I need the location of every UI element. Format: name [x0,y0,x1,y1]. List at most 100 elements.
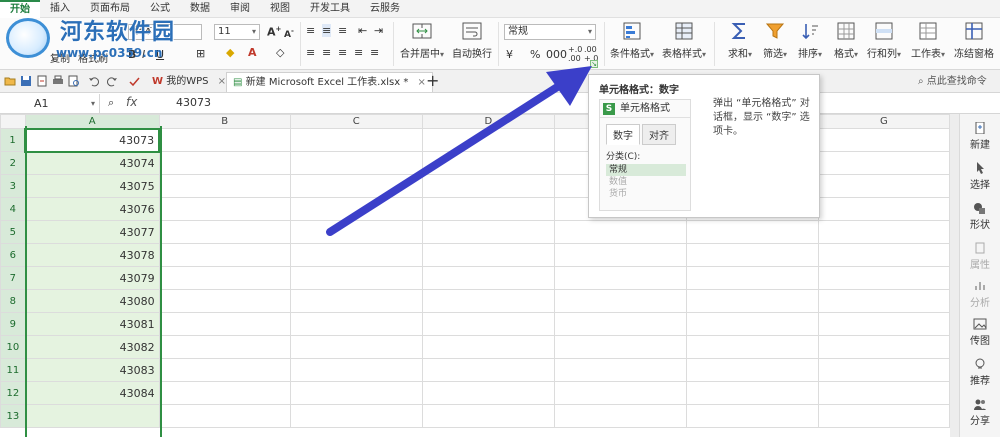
undo-icon[interactable] [88,75,100,87]
cell[interactable] [421,404,555,428]
cell-a[interactable]: 43077 [24,220,160,244]
cell[interactable] [289,358,423,382]
cell[interactable] [289,404,423,428]
cell[interactable] [817,404,950,428]
find-command-box[interactable]: ⌕ 点此查找命令 [918,73,998,90]
rows-columns-button[interactable]: 行和列▾ [864,20,904,60]
font-size-select[interactable]: 11 ▾ [214,24,260,40]
cell[interactable] [685,335,819,359]
align-right-icon[interactable]: ≡ [338,46,347,59]
cell[interactable] [553,220,687,244]
cell[interactable] [289,197,423,221]
row-header[interactable]: 8 [0,289,26,313]
row-header[interactable]: 9 [0,312,26,336]
sort-button[interactable]: 排序▾ [794,20,826,60]
cell[interactable] [421,243,555,267]
cell[interactable] [289,151,423,175]
panel-properties-button[interactable]: 属性 [960,242,1000,271]
cell-a[interactable]: 43081 [24,312,160,336]
cell[interactable] [817,243,950,267]
cell[interactable] [158,289,291,313]
tab-page-layout[interactable]: 页面布局 [80,0,140,18]
align-center-icon[interactable]: ≡ [322,46,331,59]
cell[interactable] [158,220,291,244]
cell-a[interactable]: 43073 [24,127,161,153]
row-header[interactable]: 12 [0,381,26,405]
cell-a[interactable]: 43082 [24,335,160,359]
cell-a[interactable]: 43080 [24,289,160,313]
cell[interactable] [817,151,950,175]
cell-a[interactable]: 43084 [24,381,160,405]
cell[interactable] [685,220,819,244]
panel-share-button[interactable]: 分享 [960,398,1000,427]
percent-button[interactable]: % [530,48,540,61]
clear-format-icon[interactable]: ◇ [276,46,284,59]
select-all-corner[interactable] [0,114,26,129]
fill-color-icon[interactable]: ◆ [226,46,234,59]
cell[interactable] [817,128,950,152]
cell[interactable] [685,289,819,313]
cell[interactable] [289,312,423,336]
cell[interactable] [817,220,950,244]
cell[interactable] [421,358,555,382]
format-button[interactable]: 格式▾ [830,20,862,60]
cell[interactable] [553,381,687,405]
cell[interactable] [421,151,555,175]
align-left-icon[interactable]: ≡ [306,46,315,59]
cell[interactable] [421,335,555,359]
cell[interactable] [817,266,950,290]
cell[interactable] [289,335,423,359]
row-header[interactable]: 7 [0,266,26,290]
cell[interactable] [817,358,950,382]
cell[interactable] [421,197,555,221]
cell[interactable] [158,151,291,175]
panel-analysis-button[interactable]: 分析 [960,280,1000,309]
align-top-icon[interactable]: ≡ [306,24,315,37]
tab-formulas[interactable]: 公式 [140,0,180,18]
worksheet-button[interactable]: 工作表▾ [906,20,950,60]
vertical-scrollbar[interactable] [950,114,960,437]
cell[interactable] [685,381,819,405]
cell[interactable] [158,335,291,359]
cell[interactable] [553,243,687,267]
cell-a[interactable]: 43079 [24,266,160,290]
column-header-d[interactable]: D [421,114,555,129]
increase-decimal-button[interactable]: +.0.00 [568,45,582,63]
table-style-button[interactable]: 表格样式▾ [660,20,708,60]
cell[interactable] [553,358,687,382]
tab-workbook[interactable]: ▤ 新建 Microsoft Excel 工作表.xlsx * × [226,72,433,92]
cell[interactable] [553,289,687,313]
align-justify-icon[interactable]: ≡ [354,46,363,59]
cell[interactable] [158,243,291,267]
cell[interactable] [158,128,291,152]
column-header-c[interactable]: C [289,114,423,129]
cell[interactable] [817,335,950,359]
cell[interactable] [685,266,819,290]
format-painter-button[interactable]: 格式刷 [78,50,108,65]
row-header[interactable]: 3 [0,174,26,198]
cell-a[interactable]: 43076 [24,197,160,221]
number-format-select[interactable]: 常规 ▾ [504,24,596,40]
conditional-format-button[interactable]: 条件格式▾ [608,20,656,60]
tab-insert[interactable]: 插入 [40,0,80,18]
align-bottom-icon[interactable]: ≡ [338,24,347,37]
font-grow-button[interactable]: A+ [267,25,281,39]
cell[interactable] [817,197,950,221]
indent-increase-icon[interactable]: ⇥ [374,24,383,37]
cell[interactable] [289,220,423,244]
cell[interactable] [158,381,291,405]
cell[interactable] [158,266,291,290]
cell[interactable] [421,266,555,290]
cell[interactable] [817,174,950,198]
tab-home[interactable]: 开始 [0,0,40,18]
cell[interactable] [421,220,555,244]
cell[interactable] [817,312,950,336]
zoom-icon[interactable]: ⌕ [108,96,114,110]
freeze-panes-button[interactable]: 冻结窗格 [950,20,998,60]
cell[interactable] [421,128,555,152]
cell[interactable] [289,128,423,152]
merge-center-button[interactable]: 合并居中▾ [398,20,446,60]
align-distribute-icon[interactable]: ≡ [370,46,379,59]
wrap-text-button[interactable]: 自动换行 [452,20,492,60]
cell[interactable] [289,174,423,198]
